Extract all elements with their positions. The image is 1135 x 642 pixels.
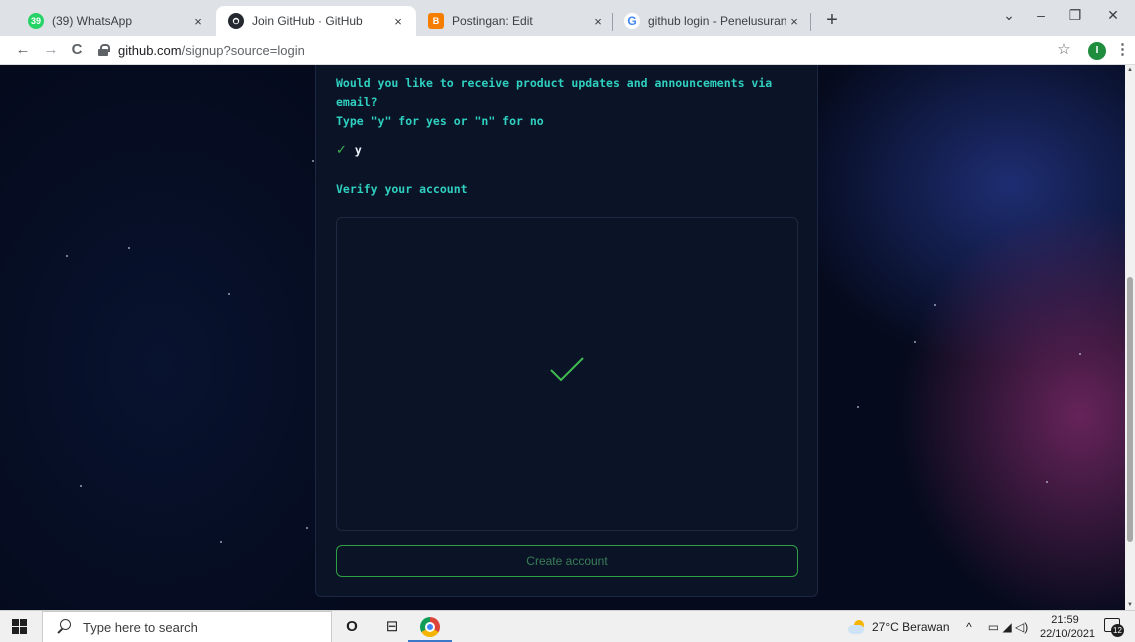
tray-status-icons[interactable]: ▭ ◢ ◁) <box>978 611 1038 642</box>
scroll-down-icon[interactable]: ▼ <box>1125 600 1135 610</box>
email-prompt-hint: Type "y" for yes or "n" for no <box>336 114 544 128</box>
tab-close-icon[interactable]: × <box>590 14 606 29</box>
taskbar-clock[interactable]: 21:59 22/10/2021 <box>1040 613 1096 641</box>
clock-time: 21:59 <box>1051 614 1079 626</box>
star-dot <box>1046 481 1048 483</box>
clock-date: 22/10/2021 <box>1040 628 1096 640</box>
star-dot <box>128 247 130 249</box>
star-dot <box>66 255 68 257</box>
search-icon <box>55 618 73 636</box>
back-arrow-icon[interactable]: ← <box>12 39 34 61</box>
notification-center-icon[interactable]: 12 <box>1104 618 1124 637</box>
chrome-taskbar-icon[interactable] <box>420 617 440 637</box>
github-signup-page: Would you like to receive product update… <box>0 65 1125 610</box>
url-path: /signup?source=login <box>181 42 305 58</box>
url-host: github.com <box>118 42 182 58</box>
tab-title: Postingan: Edit <box>452 14 533 28</box>
windows-start-icon[interactable] <box>12 619 28 635</box>
tab-github[interactable]: Join GitHub · GitHub × <box>216 6 416 36</box>
notification-count: 12 <box>1111 624 1124 637</box>
email-prompt-line-2: email? <box>336 95 378 109</box>
star-dot <box>220 541 222 543</box>
reload-icon[interactable]: C <box>66 39 88 61</box>
star-dot <box>228 293 230 295</box>
tab-whatsapp[interactable]: 39 (39) WhatsApp × <box>16 6 216 36</box>
tab-close-icon[interactable]: × <box>786 14 802 29</box>
search-placeholder: Type here to search <box>83 619 198 635</box>
tab-close-icon[interactable]: × <box>390 14 406 29</box>
star-dot <box>1079 353 1081 355</box>
blogger-icon: B <box>428 13 444 29</box>
browser-tab-strip: 39 (39) WhatsApp × Join GitHub · GitHub … <box>0 0 1135 36</box>
tab-title: (39) WhatsApp <box>52 14 133 28</box>
tray-overflow-chevron-icon[interactable]: ^ <box>962 611 976 642</box>
profile-avatar[interactable]: I <box>1088 42 1106 60</box>
email-prompt-line-1: Would you like to receive product update… <box>336 76 773 90</box>
page-scrollbar[interactable]: ▲ ▼ <box>1125 65 1135 610</box>
lock-icon <box>98 44 110 56</box>
checkmark-icon: ✓ <box>336 142 347 157</box>
tab-title: github login - Penelusuran Goog <box>648 14 786 28</box>
email-answer-value: y <box>354 143 362 157</box>
cortana-icon[interactable]: O <box>340 615 364 639</box>
new-tab-button[interactable]: + <box>820 8 844 32</box>
tab-separator <box>810 13 811 31</box>
windows-taskbar: Type here to search O ⊟ 27°C Berawan ^ ▭… <box>0 610 1135 642</box>
weather-cloudy-icon <box>848 620 866 634</box>
verification-panel[interactable] <box>336 217 798 531</box>
signup-card: Would you like to receive product update… <box>315 65 818 597</box>
task-view-icon[interactable]: ⊟ <box>380 615 404 639</box>
scrollbar-thumb[interactable] <box>1127 277 1133 542</box>
browser-menu-icon[interactable]: ⋮ <box>1115 39 1130 61</box>
tab-close-icon[interactable]: × <box>190 14 206 29</box>
google-icon: G <box>624 13 640 29</box>
star-dot <box>934 304 936 306</box>
star-dot <box>80 485 82 487</box>
taskbar-search-box[interactable]: Type here to search <box>42 611 332 642</box>
address-bar[interactable]: github.com/signup?source=login <box>98 39 1078 61</box>
weather-text: 27°C Berawan <box>872 620 950 634</box>
close-window-button[interactable]: ✕ <box>1090 0 1135 30</box>
scroll-up-icon[interactable]: ▲ <box>1125 65 1135 75</box>
star-dot <box>857 406 859 408</box>
browser-toolbar: ← → C github.com/signup?source=login ☆ I… <box>0 36 1135 65</box>
create-account-button[interactable]: Create account <box>336 545 798 577</box>
github-icon <box>228 13 244 29</box>
forward-arrow-icon[interactable]: → <box>40 39 62 61</box>
weather-widget[interactable]: 27°C Berawan <box>848 611 950 642</box>
verify-account-heading: Verify your account <box>336 182 468 196</box>
tab-title: Join GitHub · GitHub <box>252 14 363 28</box>
star-dot <box>312 160 314 162</box>
tab-google-search[interactable]: G github login - Penelusuran Goog × <box>612 6 812 36</box>
bookmark-star-icon[interactable]: ☆ <box>1054 39 1074 61</box>
star-dot <box>914 341 916 343</box>
email-answer: ✓ y <box>336 142 362 158</box>
whatsapp-icon: 39 <box>28 13 44 29</box>
star-dot <box>306 527 308 529</box>
tab-blogger[interactable]: B Postingan: Edit × <box>416 6 616 36</box>
verified-checkmark-icon <box>550 357 584 382</box>
